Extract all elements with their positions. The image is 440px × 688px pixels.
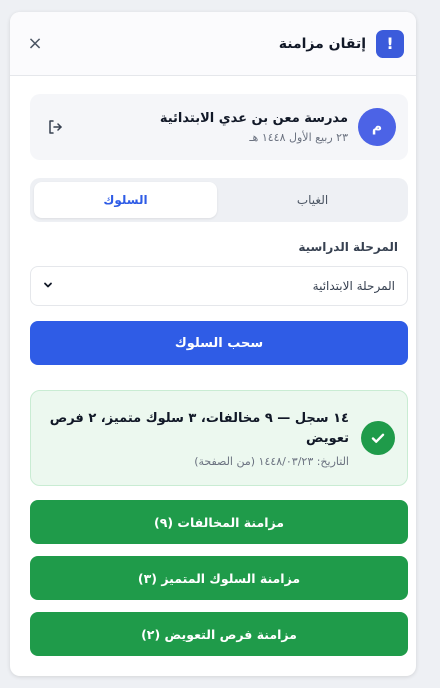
check-icon [361,421,395,455]
stage-label: المرحلة الدراسية [298,240,398,254]
app-logo-icon: ! [376,29,404,58]
stage-select-value: المرحلة الابتدائية [312,279,395,293]
sync-compensation-button[interactable]: مزامنة فرص التعويض (٢) [30,612,408,656]
logout-icon [49,120,62,134]
result-summary: ١٤ سجل — ٩ مخالفات، ٣ سلوك متميز، ٢ فرص … [49,410,349,446]
sync-excellent-behavior-button[interactable]: مزامنة السلوك المتميز (٣) [30,556,408,600]
stage-select[interactable]: المرحلة الابتدائية [30,266,408,306]
mode-tabs: الغياب السلوك [30,178,408,222]
app-title: إتقان مزامنة [278,35,366,52]
result-date: التاريخ: ١٤٤٨/٠٣/٢٣ (من الصفحة) [194,454,349,468]
tab-absence[interactable]: الغياب [221,182,404,218]
close-button[interactable]: × [22,31,48,57]
panel-header: ! إتقان مزامنة × [10,12,416,76]
close-icon: × [27,33,43,54]
school-date: ٢٣ ربيع الأول ١٤٤٨ هـ [249,130,348,144]
school-name: مدرسة معن بن عدي الابتدائية [159,110,348,126]
sync-violations-button[interactable]: مزامنة المخالفات (٩) [30,500,408,544]
sync-panel: ! إتقان مزامنة × م مدرسة معن بن عدي الاب… [10,12,416,676]
school-card: م مدرسة معن بن عدي الابتدائية ٢٣ ربيع ال… [30,94,408,160]
chevron-down-icon [43,279,53,293]
tab-behavior[interactable]: السلوك [34,182,217,218]
logout-button[interactable] [42,114,68,140]
avatar: م [358,108,396,146]
pull-behavior-button[interactable]: سحب السلوك [30,321,408,365]
result-card: ١٤ سجل — ٩ مخالفات، ٣ سلوك متميز، ٢ فرص … [30,390,408,486]
